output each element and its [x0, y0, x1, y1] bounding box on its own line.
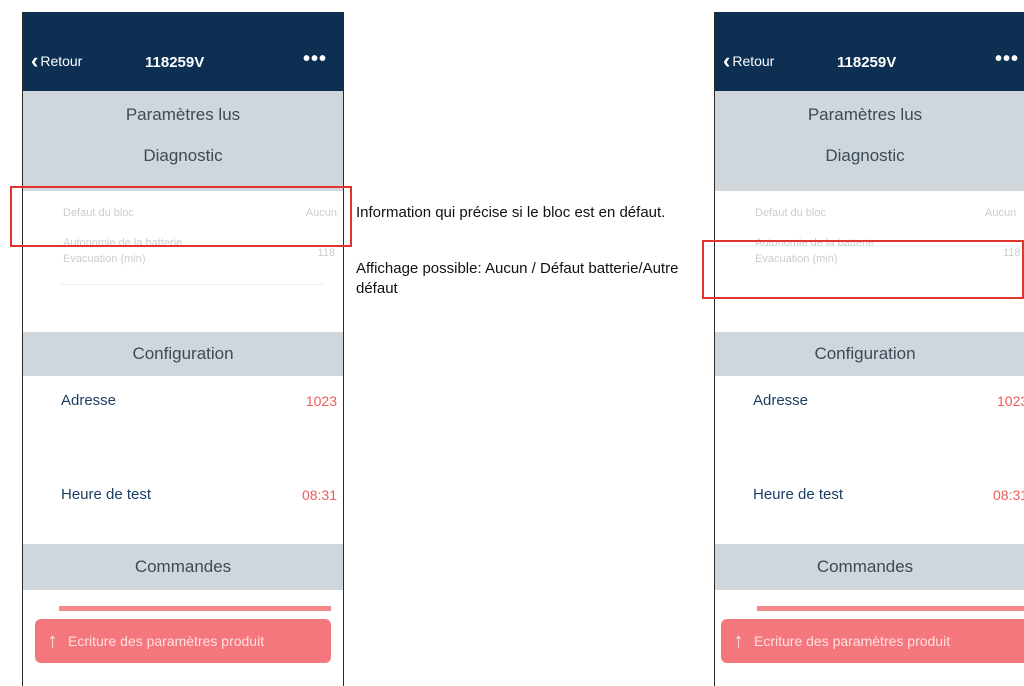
- back-label: Retour: [40, 53, 83, 69]
- chevron-left-icon: ‹: [31, 48, 39, 73]
- highlight-defaut-bloc: [10, 186, 352, 247]
- section-title-read: Paramètres lus: [125, 105, 241, 124]
- adresse-label: Adresse: [753, 392, 809, 409]
- more-icon[interactable]: •••: [303, 48, 327, 71]
- read-params-band: Paramètres lus Diagnostic: [715, 91, 1024, 191]
- row-adresse[interactable]: Adresse 1023: [715, 376, 1024, 476]
- section-title-read: Paramètres lus: [807, 105, 923, 124]
- write-params-button[interactable]: ↑ Ecriture des paramètres produit: [35, 619, 331, 663]
- pink-divider: [757, 606, 1024, 611]
- nav-bar: ‹ Retour 118259V •••: [23, 12, 343, 91]
- section-title-diagnostic: Diagnostic: [825, 146, 905, 165]
- highlight-autonomie: [702, 240, 1024, 299]
- back-button[interactable]: ‹ Retour: [723, 48, 775, 73]
- row-heure-test[interactable]: Heure de test 08:31: [715, 476, 1024, 532]
- write-button-label: Ecriture des paramètres produit: [68, 633, 265, 649]
- section-title-commands: Commandes: [816, 557, 914, 576]
- row-heure-test[interactable]: Heure de test 08:31: [23, 476, 343, 532]
- heure-value[interactable]: 08:31: [993, 487, 1024, 503]
- divider: [61, 284, 323, 285]
- annotation-description: Information qui précise si le bloc est e…: [356, 204, 666, 221]
- heure-value[interactable]: 08:31: [302, 487, 337, 503]
- phone-screen-left: ‹ Retour 118259V ••• Paramètres lus Diag…: [22, 12, 344, 686]
- defaut-value: Aucun: [985, 207, 1017, 219]
- section-title-config: Configuration: [814, 344, 916, 363]
- config-band: Configuration: [23, 332, 343, 376]
- commands-band: Commandes: [715, 544, 1024, 590]
- annotation-possible-values: Affichage possible: Aucun / Défaut batte…: [356, 260, 679, 297]
- defaut-label: Defaut du bloc: [755, 207, 826, 219]
- config-band: Configuration: [715, 332, 1024, 376]
- heure-label: Heure de test: [753, 486, 844, 503]
- adresse-value[interactable]: 1023: [997, 393, 1024, 409]
- autonomie-value: 118: [317, 247, 335, 259]
- device-title: 118259V: [145, 54, 205, 71]
- back-button[interactable]: ‹ Retour: [31, 48, 83, 73]
- arrow-up-icon: ↑: [733, 628, 744, 653]
- read-params-band: Paramètres lus Diagnostic: [23, 91, 343, 191]
- device-title: 118259V: [837, 54, 897, 71]
- adresse-value[interactable]: 1023: [306, 393, 337, 409]
- pink-divider: [59, 606, 331, 611]
- arrow-up-icon: ↑: [47, 628, 58, 653]
- row-defaut-bloc: Defaut du bloc Aucun: [715, 191, 1024, 237]
- back-label: Retour: [732, 53, 775, 69]
- more-icon[interactable]: •••: [995, 48, 1019, 71]
- adresse-label: Adresse: [61, 392, 117, 409]
- write-params-button[interactable]: ↑ Ecriture des paramètres produit: [721, 619, 1024, 663]
- write-button-label: Ecriture des paramètres produit: [754, 633, 951, 649]
- autonomie-label-2: Evacuation (min): [63, 253, 146, 265]
- nav-bar: ‹ Retour 118259V •••: [715, 12, 1024, 91]
- section-title-config: Configuration: [132, 344, 234, 363]
- row-adresse[interactable]: Adresse 1023: [23, 376, 343, 476]
- commands-band: Commandes: [23, 544, 343, 590]
- phone-screen-right: ‹ Retour 118259V ••• Paramètres lus Diag…: [714, 12, 1024, 686]
- heure-label: Heure de test: [61, 486, 152, 503]
- section-title-diagnostic: Diagnostic: [143, 146, 223, 165]
- chevron-left-icon: ‹: [723, 48, 731, 73]
- section-title-commands: Commandes: [134, 557, 232, 576]
